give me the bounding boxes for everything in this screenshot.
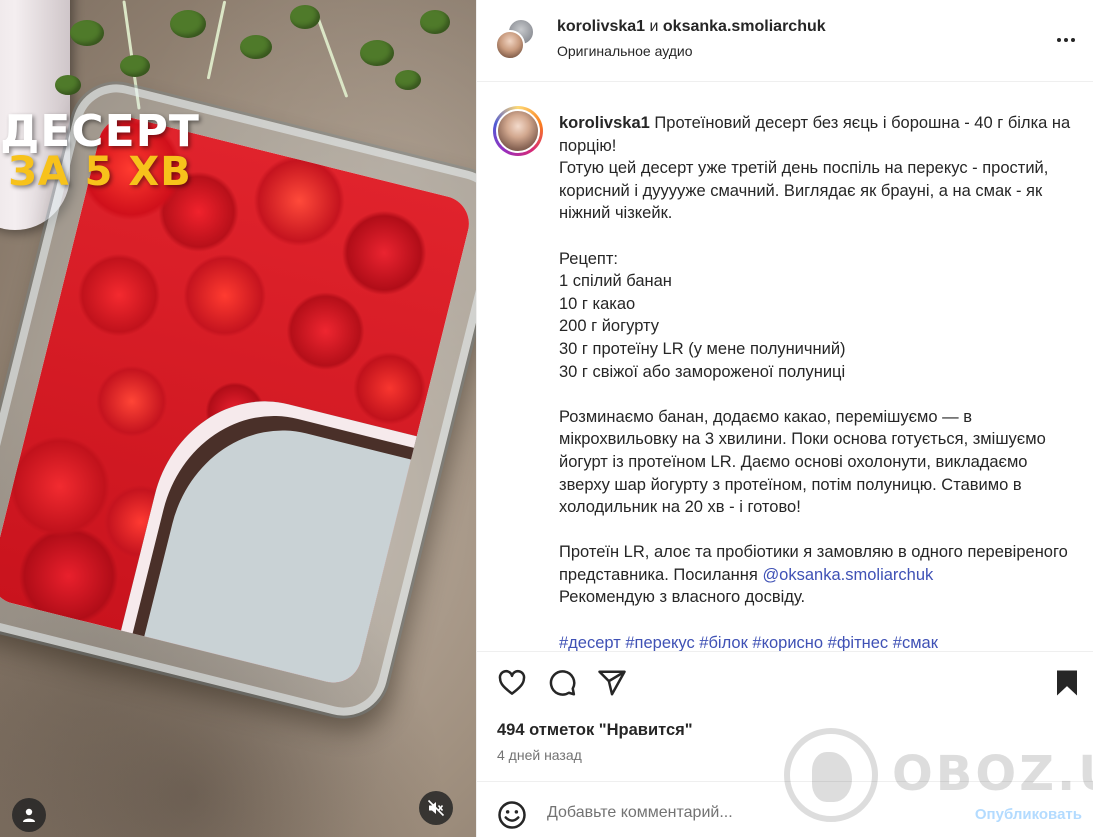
herb-leaf — [420, 10, 450, 34]
ingredient-item: 10 г какао — [559, 294, 636, 313]
mention-link[interactable]: @oksanka.smoliarchuk — [762, 566, 933, 584]
caption-paragraph: Протеїн LR, алоє та пробіотики я замовля… — [559, 543, 1068, 607]
caption-paragraph: Готую цей десерт уже третій день поспіль… — [559, 159, 1049, 223]
herb-leaf — [240, 35, 272, 59]
hashtags[interactable]: #десерт #перекус #білок #корисно #фітнес… — [559, 632, 1079, 651]
post-caption: korolivska1 Протеїновий десерт без яєць … — [559, 112, 1079, 651]
herb-leaf — [395, 70, 421, 90]
ingredient-item: 200 г йогурту — [559, 317, 659, 336]
ingredient-item: 30 г протеїну LR (у мене полуничний) — [559, 339, 846, 358]
ingredient-item: 30 г свіжої або замороженої полуниці — [559, 362, 846, 381]
collab-avatars[interactable] — [495, 18, 539, 62]
username-link[interactable]: korolivska1 — [557, 18, 645, 35]
comment-bar: Опубликовать — [477, 781, 1093, 837]
collab-usernames: korolivska1 и oksanka.smoliarchuk — [557, 18, 826, 36]
recipe-title: Рецепт: — [559, 249, 618, 268]
caption-section: korolivska1 Протеїновий десерт без яєць … — [477, 82, 1093, 652]
herb-leaf — [55, 75, 81, 95]
user-icon — [23, 808, 35, 822]
avatar[interactable] — [493, 106, 543, 156]
conjunction-text: и — [649, 18, 659, 35]
overlay-title-line2: ЗА 5 ХВ — [8, 149, 192, 195]
post-media[interactable]: ДЕСЕРТ ЗА 5 ХВ — [0, 0, 476, 837]
dessert — [0, 111, 475, 689]
mute-toggle-button[interactable] — [419, 791, 453, 825]
post-header: korolivska1 и oksanka.smoliarchuk Оригин… — [477, 0, 1093, 82]
herb-leaf — [70, 20, 104, 46]
likes-count[interactable]: 494 отметок "Нравится" — [497, 721, 693, 740]
caption-intro: korolivska1 Протеїновий десерт без яєць … — [559, 114, 1071, 155]
username-link[interactable]: oksanka.smoliarchuk — [663, 18, 826, 35]
emoji-icon[interactable] — [497, 800, 527, 830]
herb-leaf — [360, 40, 394, 66]
muted-speaker-icon — [427, 799, 445, 817]
comment-input[interactable] — [547, 804, 947, 822]
caption-paragraph: Розминаємо банан, додаємо какао, переміш… — [559, 407, 1046, 517]
bookmark-icon[interactable] — [1052, 668, 1082, 698]
caption-username[interactable]: korolivska1 — [559, 114, 650, 132]
post-details-panel: korolivska1 и oksanka.smoliarchuk Оригин… — [476, 0, 1093, 837]
herb-leaf — [170, 10, 206, 38]
publish-button[interactable]: Опубликовать — [975, 806, 1082, 823]
comment-icon[interactable] — [547, 668, 577, 698]
tagged-users-button[interactable] — [12, 798, 46, 832]
ingredient-item: 1 спілий банан — [559, 272, 672, 291]
avatar[interactable] — [495, 30, 525, 60]
herb-leaf — [290, 5, 320, 29]
audio-link[interactable]: Оригинальное аудио — [557, 43, 693, 59]
heart-icon[interactable] — [497, 668, 527, 698]
post-timestamp[interactable]: 4 дней назад — [497, 747, 582, 763]
more-options-icon[interactable] — [1054, 28, 1078, 52]
herb-leaf — [120, 55, 150, 77]
share-icon[interactable] — [597, 668, 627, 698]
action-bar — [477, 652, 1093, 712]
overlay-title-line1: ДЕСЕРТ — [0, 106, 200, 157]
